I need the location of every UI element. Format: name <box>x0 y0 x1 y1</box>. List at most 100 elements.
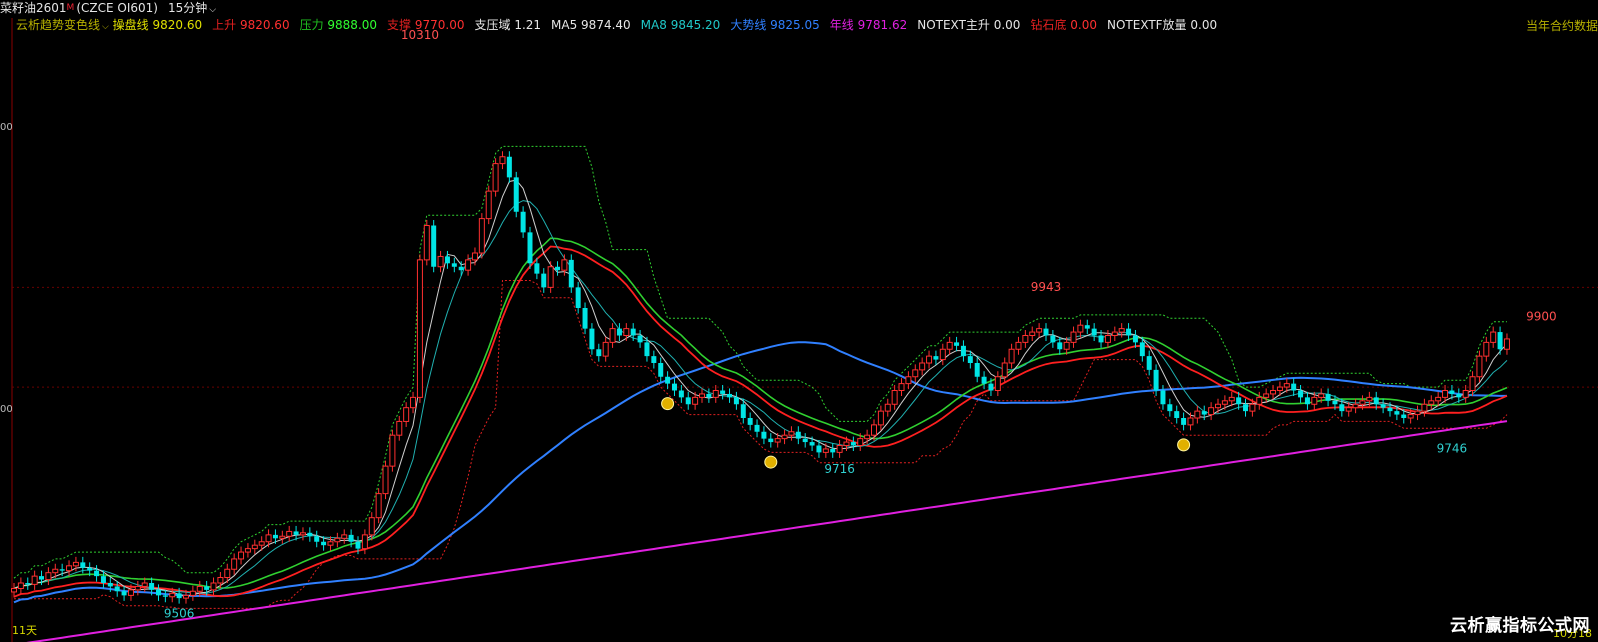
candle-body <box>72 561 79 567</box>
candle-body <box>1029 331 1036 336</box>
candle-body <box>210 582 217 591</box>
candle-body <box>685 397 691 405</box>
candle-body <box>100 576 106 583</box>
candle-body <box>458 266 464 271</box>
y-tick-label: 00 <box>0 404 13 415</box>
candle-body <box>1132 335 1138 343</box>
candle-body <box>1126 328 1132 336</box>
candle-body <box>671 383 677 391</box>
candle-body <box>727 393 733 398</box>
candle-body <box>1036 328 1043 333</box>
watermark-text: 云析赢指标公式网 <box>1450 616 1590 636</box>
candle-body <box>623 328 630 336</box>
candle-body <box>321 541 327 546</box>
candle-body <box>665 376 671 384</box>
candle-body <box>444 256 450 264</box>
candle-body <box>967 356 973 363</box>
candle-body <box>431 225 437 267</box>
pressure-line <box>13 145 1507 579</box>
candle-body <box>1442 390 1449 398</box>
candle-body <box>871 424 877 436</box>
candle-body <box>905 376 912 385</box>
candle-body <box>1070 331 1077 343</box>
bottom-left-label: 11天 <box>12 624 37 637</box>
candle-body <box>960 345 966 357</box>
candle-body <box>121 591 127 596</box>
candle-body <box>149 583 155 590</box>
candle-body <box>107 583 113 587</box>
candle-body <box>520 211 526 233</box>
candle-body <box>1435 396 1442 402</box>
candle-body <box>485 190 492 220</box>
candle-body <box>747 418 753 425</box>
candle-body <box>712 390 719 398</box>
candle-body <box>891 390 898 405</box>
candle-body <box>293 531 299 535</box>
candle-body <box>39 576 45 580</box>
candle-body <box>1291 383 1297 391</box>
candlestick-chart[interactable]: 10310 9506 9716 9943 9746 9900 <box>0 0 1598 642</box>
candle-body <box>355 541 361 549</box>
candle-body <box>706 393 712 398</box>
candle-body <box>169 592 176 598</box>
candle-body <box>1236 397 1242 405</box>
candle-body <box>1318 393 1325 398</box>
candle-body <box>265 534 272 543</box>
candle-body <box>1407 414 1414 419</box>
candle-body <box>926 355 933 364</box>
candle-body <box>1366 396 1373 402</box>
candle-body <box>1421 403 1428 412</box>
candle-body <box>279 535 286 539</box>
candle-body <box>1497 332 1503 350</box>
candle-body <box>1256 396 1263 405</box>
candle-body <box>1015 341 1022 350</box>
candle-body <box>1098 335 1104 343</box>
candle-body <box>1084 325 1090 329</box>
candle-body <box>17 582 24 589</box>
candle-body <box>616 328 622 336</box>
candle-body <box>465 259 472 271</box>
candle-body <box>939 348 946 361</box>
candle-body <box>864 434 871 440</box>
candle-body <box>822 448 829 453</box>
candle-body <box>836 445 843 453</box>
candle-body <box>1146 356 1152 370</box>
candle-body <box>162 595 168 597</box>
candle-body <box>478 218 485 254</box>
candle-body <box>1469 376 1476 391</box>
candle-body <box>341 534 348 539</box>
price-annotation: 9943 <box>1031 280 1062 294</box>
candle-body <box>582 308 588 329</box>
candle-body <box>912 369 919 378</box>
candle-body <box>1022 335 1029 343</box>
candle-body <box>189 590 196 596</box>
candle-body <box>1387 407 1393 412</box>
candle-body <box>1001 362 1008 378</box>
candle-body <box>134 585 141 591</box>
candle-body <box>403 407 410 422</box>
candle-body <box>66 565 73 572</box>
candle-body <box>555 266 561 271</box>
candle-body <box>396 420 403 436</box>
candle-body <box>699 393 705 398</box>
candle-body <box>637 335 643 343</box>
candle-body <box>809 442 815 446</box>
candle-body <box>492 163 499 192</box>
coin-icon <box>661 397 675 411</box>
candle-body <box>561 259 568 271</box>
candle-body <box>471 252 478 261</box>
candle-body <box>1221 400 1228 405</box>
candle-body <box>1057 342 1063 350</box>
candle-body <box>238 551 245 560</box>
candle-body <box>919 362 926 371</box>
candle-body <box>176 593 182 599</box>
operation-line <box>13 237 1508 590</box>
candle-body <box>596 349 602 357</box>
candle-body <box>244 548 251 553</box>
candle-body <box>658 363 664 377</box>
candle-body <box>389 434 396 467</box>
candle-body <box>733 397 739 405</box>
candle-body <box>1490 331 1497 343</box>
candle-body <box>857 438 864 446</box>
candle-body <box>1352 403 1359 409</box>
